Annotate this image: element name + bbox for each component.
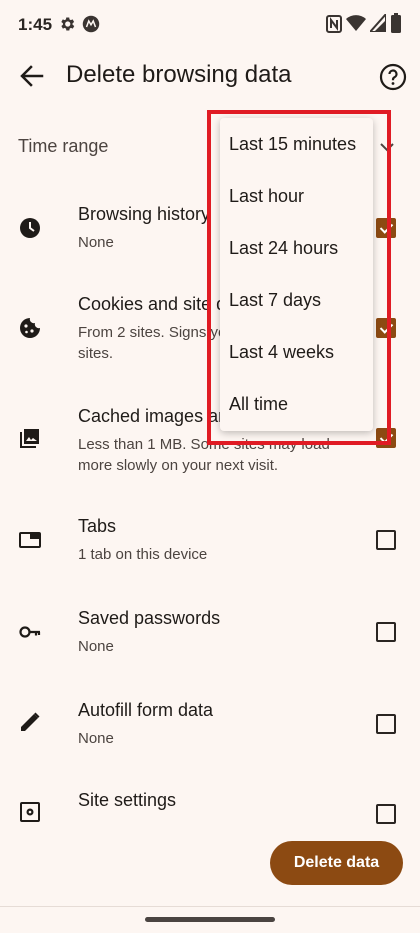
time-range-label: Time range <box>18 136 109 156</box>
item-title: Site settings <box>78 790 177 810</box>
list-item-tabs[interactable]: Tabs 1 tab on this device <box>0 504 420 584</box>
autofill-checkbox[interactable] <box>376 714 396 734</box>
tabs-checkbox[interactable] <box>376 530 396 550</box>
tab-icon <box>19 532 41 548</box>
item-title: Autofill form data <box>78 700 214 720</box>
browsing-history-checkbox[interactable] <box>376 218 396 238</box>
help-icon[interactable] <box>378 62 408 92</box>
key-icon <box>19 626 41 638</box>
signal-icon <box>370 14 386 32</box>
app-bar: Delete browsing data <box>0 50 420 106</box>
list-item-autofill[interactable]: Autofill form data None <box>0 688 420 768</box>
item-subtitle-line2: more slowly on your next visit. <box>78 457 279 474</box>
item-subtitle: None <box>78 234 114 251</box>
cookies-checkbox[interactable] <box>376 318 396 338</box>
arrow-back-icon[interactable] <box>16 60 48 92</box>
chevron-down-icon[interactable] <box>380 142 394 152</box>
status-time: 1:45 <box>18 15 53 34</box>
item-subtitle: 1 tab on this device <box>78 546 208 563</box>
option-last-7-days[interactable]: Last 7 days <box>229 290 321 311</box>
site-settings-checkbox[interactable] <box>376 804 396 824</box>
option-last-15-minutes[interactable]: Last 15 minutes <box>229 134 356 155</box>
image-icon <box>20 429 39 448</box>
option-all-time[interactable]: All time <box>229 394 288 415</box>
saved-passwords-checkbox[interactable] <box>376 622 396 642</box>
nfc-icon <box>326 15 342 33</box>
option-last-4-weeks[interactable]: Last 4 weeks <box>229 342 334 363</box>
item-subtitle: Less than 1 MB. Some sites may load <box>78 436 330 453</box>
motorola-icon <box>82 15 100 33</box>
list-item-saved-passwords[interactable]: Saved passwords None <box>0 596 420 676</box>
clock-icon <box>20 218 40 238</box>
item-subtitle: None <box>78 638 114 655</box>
battery-icon <box>391 13 401 33</box>
list-item-site-settings[interactable]: Site settings <box>0 780 420 830</box>
item-title: Browsing history <box>78 204 211 224</box>
option-last-24-hours[interactable]: Last 24 hours <box>229 238 338 259</box>
wifi-icon <box>346 15 366 31</box>
delete-data-button[interactable]: Delete data <box>270 841 403 885</box>
option-last-hour[interactable]: Last hour <box>229 186 304 207</box>
time-range-dropdown: Last 15 minutes Last hour Last 24 hours … <box>220 118 373 431</box>
settings-icon <box>61 17 75 31</box>
item-title: Saved passwords <box>78 608 221 628</box>
page-title: Delete browsing data <box>66 61 292 88</box>
gesture-bar[interactable] <box>145 917 275 922</box>
cookie-icon <box>20 318 40 338</box>
site-settings-icon <box>20 802 40 822</box>
item-title: Tabs <box>78 516 117 536</box>
status-bar: 1:45 <box>0 0 420 50</box>
cached-images-checkbox[interactable] <box>376 428 396 448</box>
item-subtitle-line2: sites. <box>78 345 114 362</box>
item-subtitle: None <box>78 730 114 747</box>
divider <box>0 906 420 907</box>
pencil-icon <box>21 712 40 731</box>
